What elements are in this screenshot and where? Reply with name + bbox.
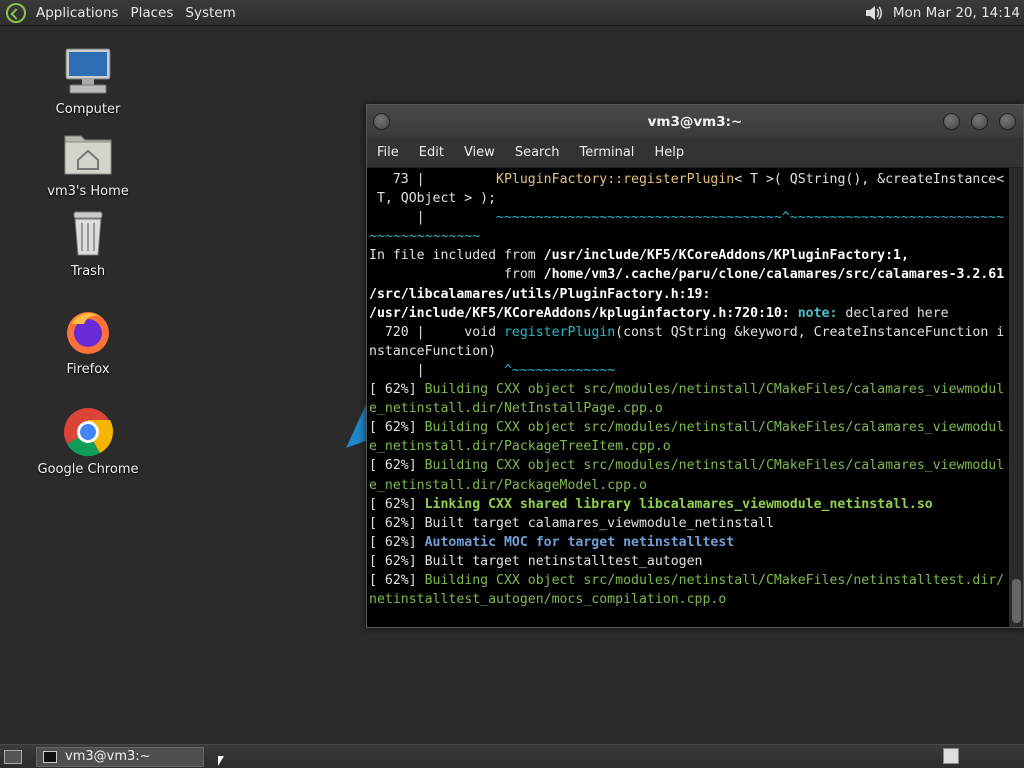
terminal-line: ~~~~~~~~~~~~~~ [369,229,481,245]
taskbar-label: vm3@vm3:~ [65,749,151,764]
terminal-line: | ~~~~~~~~~~~~~~~~~~~~~~~~~~~~~~~~~~~~^~… [369,210,1005,226]
terminal-output[interactable]: 73 | KPluginFactory::registerPlugin< T >… [367,168,1009,627]
terminal-line: /src/libcalamares/utils/PluginFactory.h:… [369,286,711,302]
places-menu[interactable]: Places [124,0,179,26]
terminal-scrollbar[interactable] [1009,168,1023,627]
desktop-icon-trash[interactable]: Trash [28,208,148,279]
minimize-button[interactable] [943,113,960,130]
desktop-icon-label: vm3's Home [47,184,129,199]
terminal-line: e_netinstall.dir/PackageTreeItem.cpp.o [369,439,671,455]
terminal-icon [43,750,57,763]
trash-icon [73,211,103,256]
panel-tray: Mon Mar 20, 14:14 [863,0,1024,26]
desktop-icon-firefox[interactable]: Firefox [28,306,148,377]
computer-icon [65,48,111,94]
taskbar-terminal-button[interactable]: vm3@vm3:~ [36,746,204,767]
desktop-icon-label: Trash [70,264,106,279]
top-panel: Applications Places System Mon Mar 20, 1… [0,0,1024,26]
menu-search[interactable]: Search [505,138,570,168]
panel-clock[interactable]: Mon Mar 20, 14:14 [893,0,1020,26]
desktop-icon-chrome[interactable]: Google Chrome [28,406,148,477]
workspace-switcher-icon[interactable] [943,748,959,764]
system-menu[interactable]: System [179,0,241,26]
terminal-line: [ 62%] Built target calamares_viewmodule… [369,515,774,531]
terminal-line: [ 62%] Building CXX object src/modules/n… [369,458,1005,474]
menu-edit[interactable]: Edit [409,138,454,168]
terminal-line: [ 62%] Building CXX object src/modules/n… [369,420,1005,436]
window-title: vm3@vm3:~ [647,113,743,130]
terminal-line: T, QObject > ); [369,191,497,207]
home-folder-icon [64,135,112,175]
terminal-line: [ 62%] Linking CXX shared library libcal… [369,496,933,512]
terminal-line: [ 62%] Building CXX object src/modules/n… [369,572,1005,588]
terminal-line: [ 62%] Automatic MOC for target netinsta… [369,534,735,550]
maximize-button[interactable] [971,113,988,130]
menu-view[interactable]: View [454,138,505,168]
terminal-line: [ 62%] Built target netinstalltest_autog… [369,553,703,569]
terminal-line: In file included from /usr/include/KF5/K… [369,248,909,264]
scrollbar-thumb[interactable] [1012,579,1021,623]
firefox-icon [67,312,109,354]
bottom-panel: vm3@vm3:~ [0,744,1024,768]
desktop-icon-label: Google Chrome [37,462,139,477]
menu-help[interactable]: Help [644,138,694,168]
menu-file[interactable]: File [367,138,409,168]
terminal-line: 73 | KPluginFactory::registerPlugin< T >… [369,172,1005,187]
wallpaper-shard [346,400,368,448]
mouse-cursor-icon [218,756,224,766]
terminal-line: 720 | void registerPlugin(const QString … [369,324,1005,340]
desktop-icon-computer[interactable]: Computer [28,46,148,117]
menu-terminal[interactable]: Terminal [569,138,644,168]
desktop-icon-label: Computer [55,102,121,117]
close-button[interactable] [999,113,1016,130]
terminal-line: /usr/include/KF5/KCoreAddons/kpluginfact… [369,305,949,321]
terminal-line: e_netinstall.dir/PackageModel.cpp.o [369,477,647,493]
terminal-line: netinstalltest_autogen/mocs_compilation.… [369,592,727,608]
desktop-icon-label: Firefox [66,362,110,377]
volume-icon[interactable] [863,3,883,23]
distro-logo-icon[interactable] [6,2,26,23]
terminal-menubar: File Edit View Search Terminal Help [367,138,1023,168]
terminal-titlebar[interactable]: vm3@vm3:~ [367,105,1023,138]
terminal-line: | ^~~~~~~~~~~~~~ [369,362,616,378]
desktop-icon-home[interactable]: vm3's Home [28,128,148,199]
terminal-window[interactable]: vm3@vm3:~ File Edit View Search Terminal… [366,104,1024,628]
chrome-icon [64,408,114,457]
terminal-line: e_netinstall.dir/NetInstallPage.cpp.o [369,401,663,417]
terminal-line: [ 62%] Building CXX object src/modules/n… [369,382,1005,398]
terminal-line: from /home/vm3/.cache/paru/clone/calamar… [369,267,1005,283]
show-desktop-icon[interactable] [4,749,22,764]
applications-menu[interactable]: Applications [30,0,124,26]
terminal-line: nstanceFunction) [369,343,497,359]
